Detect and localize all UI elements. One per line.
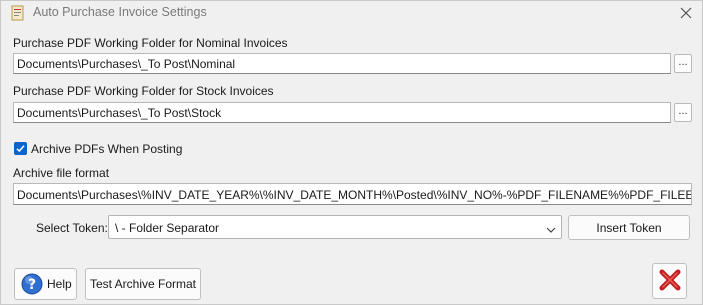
nominal-browse-button[interactable]: ... <box>674 54 692 73</box>
red-x-icon <box>657 267 683 296</box>
token-dropdown[interactable]: \ - Folder Separator <box>108 215 562 239</box>
test-archive-format-button[interactable]: Test Archive Format <box>85 268 201 300</box>
stock-folder-label: Purchase PDF Working Folder for Stock In… <box>13 84 274 98</box>
nominal-folder-input[interactable]: Documents\Purchases\_To Post\Nominal <box>13 53 671 74</box>
help-button[interactable]: ? Help <box>14 268 77 300</box>
select-token-label: Select Token: <box>36 221 108 235</box>
title-bar: Auto Purchase Invoice Settings <box>1 1 702 25</box>
chevron-down-icon <box>546 223 556 233</box>
archive-checkbox[interactable] <box>14 142 27 155</box>
archive-checkbox-label[interactable]: Archive PDFs When Posting <box>31 142 182 156</box>
stock-browse-button[interactable]: ... <box>674 103 692 122</box>
archive-format-input[interactable]: Documents\Purchases\%INV_DATE_YEAR%\%INV… <box>13 183 692 205</box>
checkmark-icon <box>16 145 25 153</box>
nominal-folder-label: Purchase PDF Working Folder for Nominal … <box>13 36 288 50</box>
settings-dialog: Auto Purchase Invoice Settings Purchase … <box>0 0 703 305</box>
stock-folder-input[interactable]: Documents\Purchases\_To Post\Stock <box>13 102 671 123</box>
app-icon <box>10 5 26 21</box>
help-button-label: Help <box>47 277 72 291</box>
svg-text:?: ? <box>28 277 36 293</box>
help-icon: ? <box>21 273 43 295</box>
close-icon[interactable] <box>675 3 697 23</box>
insert-token-button[interactable]: Insert Token <box>568 215 690 240</box>
window-title: Auto Purchase Invoice Settings <box>33 5 207 19</box>
cancel-button[interactable] <box>652 263 687 299</box>
archive-format-label: Archive file format <box>13 166 110 180</box>
token-selected-value: \ - Folder Separator <box>115 221 220 235</box>
